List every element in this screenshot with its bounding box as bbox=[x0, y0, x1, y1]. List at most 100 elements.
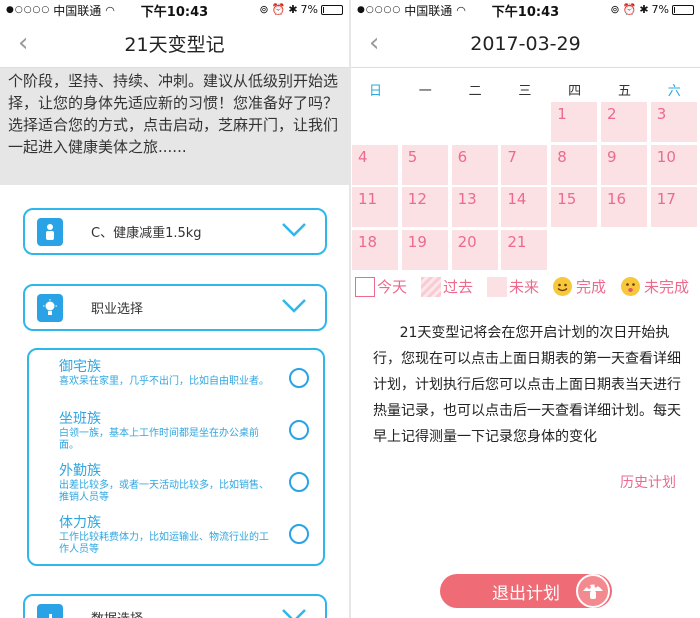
bluetooth-icon: ✱ bbox=[288, 3, 298, 16]
legend-undone-label: 未完成 bbox=[644, 278, 690, 296]
alarm-icon: ⏰ bbox=[622, 3, 637, 16]
job-desc: 出差比较多，或者一天活动比较多，比如销售、推销人员等 bbox=[59, 480, 269, 503]
status-bar: ●○○○○ 中国联通 ◠ 下午10:43 ⊚ ⏰ ✱ 7% bbox=[0, 0, 349, 20]
legend-today-label: 今天 bbox=[377, 278, 408, 296]
chevron-down-icon[interactable] bbox=[281, 608, 307, 618]
calendar-day[interactable]: 1 bbox=[551, 102, 598, 142]
battery-percent: 7% bbox=[651, 3, 669, 16]
job-desc: 工作比较耗费体力，比如运输业、物流行业的工作人员等 bbox=[59, 532, 269, 555]
calendar-day[interactable]: 20 bbox=[451, 229, 498, 270]
chevron-down-icon[interactable] bbox=[281, 298, 307, 314]
calendar-day[interactable]: 7 bbox=[501, 144, 548, 185]
intro-panel: 的体重和健康的体魄。在这21天里我们会分成三个阶段，坚持、持续、冲刺。建议从低级… bbox=[0, 68, 349, 185]
calendar-day[interactable]: 4 bbox=[352, 144, 398, 185]
legend-done: 完成 bbox=[553, 276, 606, 297]
job-label: 职业选择 bbox=[91, 302, 144, 317]
alarm-icon: ⏰ bbox=[271, 3, 286, 16]
calendar-day[interactable]: 11 bbox=[352, 187, 398, 227]
job-title: 体力族 bbox=[59, 515, 101, 531]
person-icon bbox=[37, 217, 63, 246]
calendar-day[interactable]: 18 bbox=[352, 229, 398, 270]
battery-icon bbox=[321, 4, 343, 15]
calendar-day[interactable]: 12 bbox=[401, 187, 448, 227]
radio-button[interactable] bbox=[289, 524, 309, 544]
page-title: 21天变型记 bbox=[124, 34, 225, 56]
nav-bar: ‹ 21天变型记 bbox=[0, 20, 349, 68]
battery-icon bbox=[672, 4, 694, 15]
calendar-day[interactable]: 19 bbox=[401, 229, 448, 270]
smile-face-icon bbox=[553, 277, 572, 296]
legend-done-label: 完成 bbox=[576, 278, 607, 296]
legend-today: 今天 bbox=[355, 276, 407, 297]
battery-percent: 7% bbox=[300, 3, 318, 16]
calendar-day[interactable]: 16 bbox=[601, 187, 647, 227]
calendar-day[interactable]: 17 bbox=[650, 187, 697, 227]
future-swatch bbox=[487, 276, 507, 297]
calendar-day[interactable]: 9 bbox=[601, 144, 647, 185]
back-chevron-icon[interactable]: ‹ bbox=[18, 30, 28, 56]
legend-future: 未来 bbox=[487, 276, 539, 297]
weekday-label: 五 bbox=[617, 84, 631, 99]
radio-button[interactable] bbox=[289, 368, 309, 388]
weekday-label: 三 bbox=[518, 84, 532, 99]
chevron-down-icon[interactable] bbox=[281, 222, 307, 238]
job-option-office[interactable]: 坐班族 白领一族，基本上工作时间都是坐在办公桌前面。 bbox=[59, 408, 309, 452]
job-desc: 白领一族，基本上工作时间都是坐在办公桌前面。 bbox=[59, 428, 259, 451]
lock-rotation-icon: ⊚ bbox=[259, 3, 269, 16]
history-plan-link[interactable]: 历史计划 bbox=[620, 472, 676, 492]
job-option-otaku[interactable]: 御宅族 喜欢呆在家里，几乎不出门，比如自由职业者。 bbox=[59, 356, 309, 388]
goal-select-card[interactable]: C、健康减重1.5kg bbox=[23, 208, 327, 255]
past-swatch bbox=[421, 276, 441, 297]
bluetooth-icon: ✱ bbox=[639, 3, 649, 16]
plan-description: 21天变型记将会在您开启计划的次日开始执行，您现在可以点击上面日期表的第一天查看… bbox=[373, 325, 681, 445]
legend-past-label: 过去 bbox=[443, 278, 474, 296]
job-option-field[interactable]: 外勤族 出差比较多，或者一天活动比较多，比如销售、推销人员等 bbox=[59, 460, 309, 504]
exit-plan-label: 退出计划 bbox=[492, 583, 560, 604]
job-title: 坐班族 bbox=[59, 411, 101, 427]
calendar-day[interactable]: 10 bbox=[650, 144, 697, 185]
weekday-label: 六 bbox=[667, 84, 681, 99]
data-select-card[interactable]: 数据选择 bbox=[23, 594, 327, 618]
nav-bar: ‹ 2017-03-29 bbox=[351, 20, 700, 68]
weekday-header: 日一二三四五六 bbox=[351, 76, 700, 102]
job-options-panel: 御宅族 喜欢呆在家里，几乎不出门，比如自由职业者。 坐班族 白领一族，基本上工作… bbox=[27, 348, 325, 566]
page-title: 2017-03-29 bbox=[470, 32, 581, 55]
sad-face-icon bbox=[621, 277, 640, 296]
lock-rotation-icon: ⊚ bbox=[610, 3, 620, 16]
radio-button[interactable] bbox=[289, 472, 309, 492]
calendar-day[interactable]: 2 bbox=[601, 102, 647, 142]
left-screen: ●○○○○ 中国联通 ◠ 下午10:43 ⊚ ⏰ ✱ 7% ‹ 21天变型记 的… bbox=[0, 0, 349, 618]
calendar-day[interactable]: 21 bbox=[501, 229, 548, 270]
calendar-day[interactable]: 13 bbox=[451, 187, 498, 227]
chart-icon bbox=[37, 603, 63, 618]
weekday-label: 四 bbox=[568, 84, 582, 99]
radio-button[interactable] bbox=[289, 420, 309, 440]
legend-past: 过去 bbox=[421, 276, 473, 297]
job-desc: 喜欢呆在家里，几乎不出门，比如自由职业者。 bbox=[59, 376, 269, 387]
calendar-day[interactable]: 15 bbox=[551, 187, 598, 227]
calendar-legend: 今天 过去 未来 完成 未完成 bbox=[355, 274, 700, 300]
calendar-day[interactable]: 14 bbox=[501, 187, 548, 227]
back-chevron-icon[interactable]: ‹ bbox=[369, 30, 379, 56]
goal-label: C、健康减重1.5kg bbox=[91, 226, 202, 241]
legend-future-label: 未来 bbox=[509, 278, 540, 296]
calendar-day[interactable]: 6 bbox=[451, 144, 498, 185]
calendar-day[interactable]: 8 bbox=[551, 144, 598, 185]
weekday-label: 一 bbox=[418, 84, 432, 99]
mushroom-icon bbox=[576, 574, 610, 608]
calendar-day[interactable]: 3 bbox=[650, 102, 697, 142]
right-screen: ●○○○○ 中国联通 ◠ 下午10:43 ⊚ ⏰ ✱ 7% ‹ 2017-03-… bbox=[351, 0, 700, 618]
today-swatch bbox=[355, 276, 375, 297]
job-select-card[interactable]: 职业选择 bbox=[23, 284, 327, 331]
job-option-manual[interactable]: 体力族 工作比较耗费体力，比如运输业、物流行业的工作人员等 bbox=[59, 512, 309, 556]
status-bar: ●○○○○ 中国联通 ◠ 下午10:43 ⊚ ⏰ ✱ 7% bbox=[351, 0, 700, 20]
calendar-day[interactable]: 5 bbox=[401, 144, 448, 185]
intro-text: 的体重和健康的体魄。在这21天里我们会分成三个阶段，坚持、持续、冲刺。建议从低级… bbox=[8, 72, 339, 156]
exit-plan-button[interactable]: 退出计划 bbox=[440, 574, 612, 608]
data-label: 数据选择 bbox=[91, 608, 143, 618]
job-title: 外勤族 bbox=[59, 463, 101, 479]
job-title: 御宅族 bbox=[59, 359, 101, 375]
weekday-label: 日 bbox=[368, 84, 382, 99]
weekday-label: 二 bbox=[468, 84, 482, 99]
lightbulb-icon bbox=[37, 293, 63, 322]
